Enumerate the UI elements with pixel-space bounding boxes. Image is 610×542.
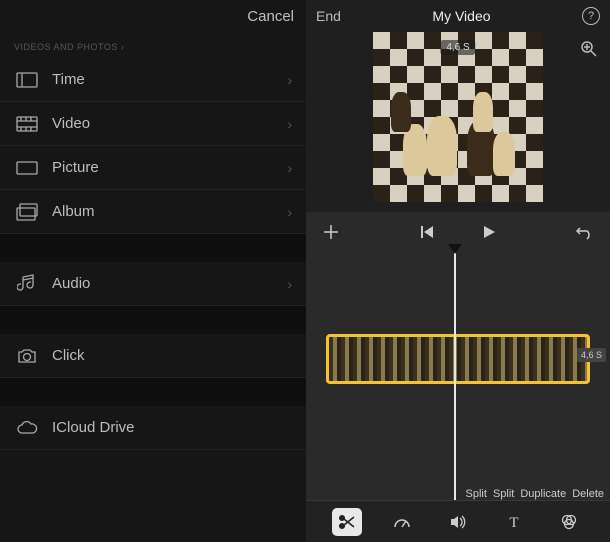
video-preview: 4,6 S <box>306 32 610 212</box>
menu-item-picture[interactable]: Picture › <box>0 146 306 190</box>
zoom-in-icon[interactable] <box>580 40 600 60</box>
menu-item-time[interactable]: Time › <box>0 58 306 102</box>
add-media-button[interactable] <box>320 221 342 243</box>
help-icon[interactable]: ? <box>582 7 600 25</box>
video-icon <box>14 116 40 132</box>
svg-text:T: T <box>509 515 518 531</box>
clip-duration-badge: 4,6 S <box>577 348 606 362</box>
picture-icon <box>14 160 40 176</box>
time-icon <box>14 72 40 88</box>
menu-label: Click <box>52 347 85 364</box>
menu-item-audio[interactable]: Audio › <box>0 262 306 306</box>
menu-item-video[interactable]: Video › <box>0 102 306 146</box>
video-clip[interactable] <box>326 334 590 384</box>
camera-icon <box>14 347 40 365</box>
playhead[interactable] <box>454 252 456 508</box>
menu-label: Album <box>52 203 95 220</box>
chevron-right-icon: › <box>287 72 292 88</box>
delete-action[interactable]: Delete <box>572 488 604 500</box>
media-section-header: VIDEOS AND PHOTOS › <box>0 32 306 58</box>
menu-label: Time <box>52 71 85 88</box>
menu-label: Picture <box>52 159 99 176</box>
preview-duration-badge: 4,6 S <box>440 40 475 55</box>
timeline[interactable]: 4,6 S Split Split Duplicate Delete T <box>306 252 610 542</box>
menu-separator <box>0 306 306 334</box>
speed-tool[interactable] <box>387 508 417 536</box>
project-title: My Video <box>432 8 490 24</box>
icloud-icon <box>14 420 40 436</box>
split-action-2[interactable]: Split <box>493 488 514 500</box>
skip-back-button[interactable] <box>416 221 438 243</box>
menu-item-icloud[interactable]: ICloud Drive <box>0 406 306 450</box>
menu-separator <box>0 234 306 262</box>
chevron-right-icon: › <box>287 276 292 292</box>
text-tool[interactable]: T <box>499 508 529 536</box>
chevron-right-icon: › <box>287 116 292 132</box>
album-icon <box>14 203 40 221</box>
scissors-tool[interactable] <box>332 508 362 536</box>
split-action[interactable]: Split <box>466 488 487 500</box>
chevron-right-icon: › <box>287 204 292 220</box>
chevron-right-icon: › <box>287 160 292 176</box>
end-button[interactable]: End <box>316 8 341 24</box>
clip-edit-actions: Split Split Duplicate Delete <box>466 488 604 500</box>
undo-button[interactable] <box>574 221 596 243</box>
menu-separator <box>0 378 306 406</box>
menu-item-click[interactable]: Click <box>0 334 306 378</box>
menu-label: Audio <box>52 275 90 292</box>
menu-item-album[interactable]: Album › <box>0 190 306 234</box>
duplicate-action[interactable]: Duplicate <box>520 488 566 500</box>
cancel-button[interactable]: Cancel <box>247 8 294 25</box>
filter-tool[interactable] <box>554 508 584 536</box>
preview-thumbnail: 4,6 S <box>373 32 543 202</box>
menu-label: ICloud Drive <box>52 419 135 436</box>
audio-icon <box>14 274 40 294</box>
volume-tool[interactable] <box>443 508 473 536</box>
menu-label: Video <box>52 115 90 132</box>
play-button[interactable] <box>478 221 500 243</box>
